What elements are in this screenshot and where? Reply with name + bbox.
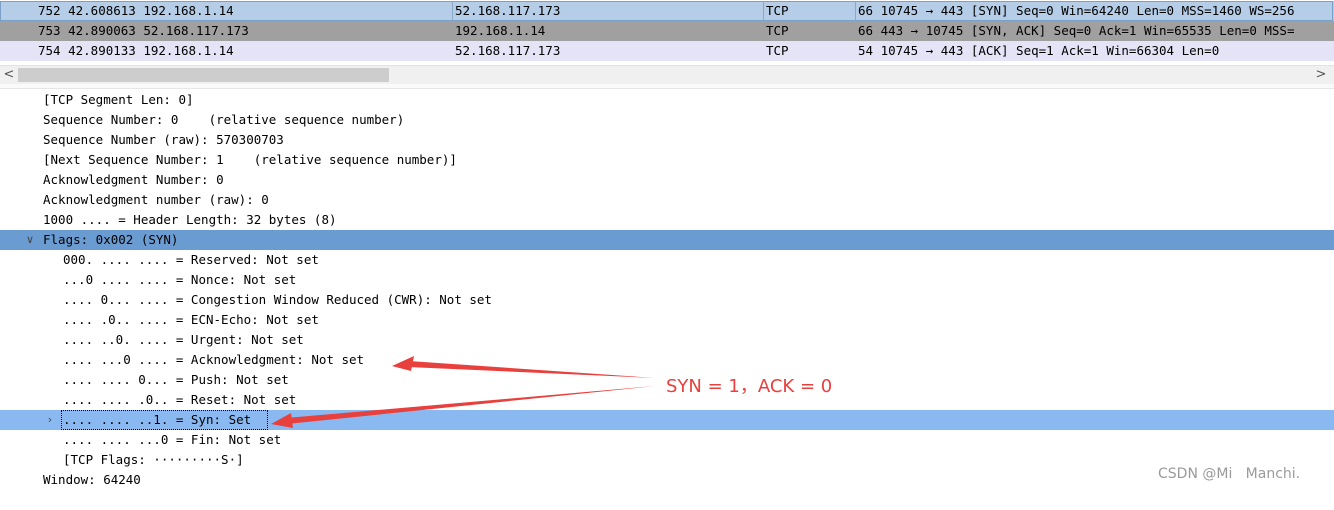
flag-urgent[interactable]: .... ..0. .... = Urgent: Not set — [0, 330, 1334, 350]
detail-line-ack[interactable]: Acknowledgment Number: 0 — [0, 170, 1334, 190]
packet-row-753[interactable]: 753 42.890063 52.168.117.173 192.168.1.1… — [0, 21, 1334, 41]
packet-destination: 52.168.117.173 — [455, 43, 561, 58]
detail-line-seq-raw[interactable]: Sequence Number (raw): 570300703 — [0, 130, 1334, 150]
packet-destination: 192.168.1.14 — [455, 23, 546, 38]
column-divider — [763, 1, 764, 21]
column-divider — [452, 1, 453, 21]
detail-line-window[interactable]: Window: 64240 — [0, 470, 1334, 490]
packet-destination: 52.168.117.173 — [455, 3, 561, 18]
detail-line-flags[interactable]: ∨ Flags: 0x002 (SYN) — [0, 230, 1334, 250]
detail-line-header-length[interactable]: 1000 .... = Header Length: 32 bytes (8) — [0, 210, 1334, 230]
pane-splitter[interactable] — [0, 84, 1334, 89]
chevron-down-icon[interactable]: ∨ — [24, 230, 36, 250]
packet-row-754[interactable]: 754 42.890133 192.168.1.14 52.168.117.17… — [0, 41, 1334, 61]
packet-info: 66 443 → 10745 [SYN, ACK] Seq=0 Ack=1 Wi… — [858, 23, 1295, 38]
horizontal-scrollbar[interactable]: < > — [0, 65, 1334, 84]
packet-info: 66 10745 → 443 [SYN] Seq=0 Win=64240 Len… — [858, 3, 1295, 18]
detail-line-ack-raw[interactable]: Acknowledgment number (raw): 0 — [0, 190, 1334, 210]
detail-line-seq[interactable]: Sequence Number: 0 (relative sequence nu… — [0, 110, 1334, 130]
detail-line-next-seq[interactable]: [Next Sequence Number: 1 (relative seque… — [0, 150, 1334, 170]
flag-acknowledgment[interactable]: .... ...0 .... = Acknowledgment: Not set — [0, 350, 1334, 370]
flag-nonce[interactable]: ...0 .... .... = Nonce: Not set — [0, 270, 1334, 290]
packet-protocol: TCP — [766, 43, 789, 58]
scroll-left-icon[interactable]: < — [0, 66, 18, 84]
packet-no-time-source: 752 42.608613 192.168.1.14 — [38, 3, 234, 18]
scrollbar-thumb[interactable] — [18, 68, 389, 82]
flag-reserved[interactable]: 000. .... .... = Reserved: Not set — [0, 250, 1334, 270]
packet-list: 752 42.608613 192.168.1.14 52.168.117.17… — [0, 0, 1334, 62]
packet-protocol: TCP — [766, 3, 789, 18]
flag-cwr[interactable]: .... 0... .... = Congestion Window Reduc… — [0, 290, 1334, 310]
detail-line-tcp-flags[interactable]: [TCP Flags: ·········S·] — [0, 450, 1334, 470]
chevron-right-icon[interactable]: › — [44, 410, 56, 430]
watermark: CSDN @Mi Manchi. — [1158, 466, 1301, 482]
flag-ecn-echo[interactable]: .... .0.. .... = ECN-Echo: Not set — [0, 310, 1334, 330]
packet-no-time-source: 753 42.890063 52.168.117.173 — [38, 23, 249, 38]
packet-info: 54 10745 → 443 [ACK] Seq=1 Ack=1 Win=663… — [858, 43, 1220, 58]
detail-line-segment-len[interactable]: [TCP Segment Len: 0] — [0, 90, 1334, 110]
column-divider — [855, 1, 856, 21]
packet-protocol: TCP — [766, 23, 789, 38]
flag-syn[interactable]: › .... .... ..1. = Syn: Set — [0, 410, 1334, 430]
packet-row-752[interactable]: 752 42.608613 192.168.1.14 52.168.117.17… — [0, 1, 1334, 21]
flag-fin[interactable]: .... .... ...0 = Fin: Not set — [0, 430, 1334, 450]
packet-no-time-source: 754 42.890133 192.168.1.14 — [38, 43, 234, 58]
scroll-right-icon[interactable]: > — [1312, 66, 1330, 84]
annotation-label: SYN = 1，ACK = 0 — [666, 376, 833, 397]
